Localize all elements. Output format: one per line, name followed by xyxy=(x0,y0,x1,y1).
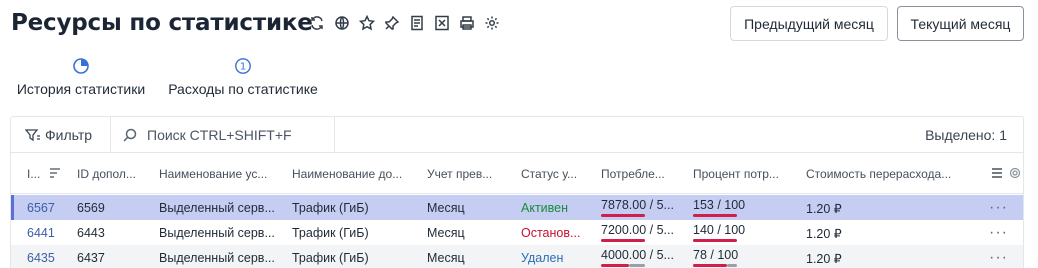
cell-accounting: Месяц xyxy=(427,226,465,240)
cell-accounting: Месяц xyxy=(427,251,465,265)
search-input[interactable]: Поиск CTRL+SHIFT+F xyxy=(111,117,335,152)
percent-bar-remainder xyxy=(727,264,737,267)
cell-status: Активен xyxy=(521,201,569,215)
tab-statistics-expenses[interactable]: 1 Расходы по статистике xyxy=(166,57,320,97)
tab-label: История статистики xyxy=(16,81,146,97)
column-header-id[interactable]: I... xyxy=(27,167,40,181)
row-actions-button[interactable]: ··· xyxy=(989,249,1008,267)
grid-settings-icon[interactable] xyxy=(1009,167,1021,179)
consumption-bar xyxy=(601,239,645,242)
percent-bar xyxy=(693,239,737,242)
prev-month-button[interactable]: Предыдущий месяц xyxy=(730,6,888,41)
title-toolbar xyxy=(308,14,504,32)
cell-accounting: Месяц xyxy=(427,201,465,215)
pin-icon[interactable] xyxy=(383,14,401,32)
sort-icon[interactable] xyxy=(49,167,61,179)
consumption-bar-remainder xyxy=(629,264,645,267)
statistics-grid: Фильтр Поиск CTRL+SHIFT+F Выделено: 1 I.… xyxy=(10,116,1024,268)
column-header-percent[interactable]: Процент потр... xyxy=(693,167,803,181)
refresh-icon[interactable] xyxy=(308,14,326,32)
column-header-service[interactable]: Наименование ус... xyxy=(159,167,283,181)
row-actions-button[interactable]: ··· xyxy=(989,224,1008,242)
current-month-button[interactable]: Текущий месяц xyxy=(897,6,1024,41)
filter-icon xyxy=(25,128,40,141)
tab-label: Расходы по статистике xyxy=(168,81,318,97)
table-row[interactable]: 6567 6569 Выделенный серв... Трафик (ГиБ… xyxy=(11,195,1023,220)
columns-menu-icon[interactable] xyxy=(991,167,1003,179)
cell-overuse-cost: 1.20 ₽ xyxy=(806,227,842,241)
print-icon[interactable] xyxy=(458,14,476,32)
tab-statistics-history[interactable]: История статистики xyxy=(14,57,148,97)
cell-add-id: 6443 xyxy=(77,226,105,240)
row-actions-button[interactable]: ··· xyxy=(989,199,1008,217)
cell-extra: Трафик (ГиБ) xyxy=(292,226,369,240)
column-header-status[interactable]: Статус у... xyxy=(521,167,591,181)
table-row[interactable]: 6441 6443 Выделенный серв... Трафик (ГиБ… xyxy=(11,220,1023,245)
page-title: Ресурсы по статистике xyxy=(11,10,313,36)
column-header-overuse-cost[interactable]: Стоимость перерасхода... xyxy=(806,167,966,181)
cell-status: Останов... xyxy=(521,226,581,240)
column-header-accounting[interactable]: Учет прев... xyxy=(427,167,511,181)
cell-extra: Трафик (ГиБ) xyxy=(292,251,369,265)
consumption-bar xyxy=(601,264,629,267)
column-header-consumption[interactable]: Потребле... xyxy=(601,167,683,181)
consumption-bar xyxy=(601,214,645,217)
globe-icon[interactable] xyxy=(333,14,351,32)
cell-consumption: 7200.00 / 5... xyxy=(601,223,674,237)
circle-number-icon: 1 xyxy=(235,58,251,74)
table-header: I... ID допол... Наименование ус... Наим… xyxy=(11,153,1023,194)
filter-label: Фильтр xyxy=(45,126,93,143)
cell-status: Удален xyxy=(521,251,564,265)
cell-add-id: 6569 xyxy=(77,201,105,215)
search-icon xyxy=(123,128,137,142)
cell-extra: Трафик (ГиБ) xyxy=(292,201,369,215)
excel-icon[interactable] xyxy=(433,14,451,32)
table-row[interactable]: 6435 6437 Выделенный серв... Трафик (ГиБ… xyxy=(11,245,1023,268)
column-header-add-id[interactable]: ID допол... xyxy=(77,167,153,181)
tab-badge: 1 xyxy=(240,62,246,73)
grid-toolbar: Фильтр Поиск CTRL+SHIFT+F Выделено: 1 xyxy=(11,117,1023,153)
cell-service: Выделенный серв... xyxy=(159,201,275,215)
cell-percent: 140 / 100 xyxy=(693,223,746,237)
cell-overuse-cost: 1.20 ₽ xyxy=(806,202,842,216)
selected-count: Выделено: 1 xyxy=(925,127,1007,143)
filter-button[interactable]: Фильтр xyxy=(11,117,111,152)
cell-overuse-cost: 1.20 ₽ xyxy=(806,252,842,266)
cell-consumption: 7878.00 / 5... xyxy=(601,198,674,212)
settings-icon[interactable] xyxy=(483,14,501,32)
cell-percent: 78 / 100 xyxy=(693,248,739,262)
pie-chart-icon xyxy=(73,58,89,74)
cell-id[interactable]: 6441 xyxy=(27,226,55,240)
cell-add-id: 6437 xyxy=(77,251,105,265)
cell-consumption: 4000.00 / 5... xyxy=(601,248,674,262)
cell-id[interactable]: 6567 xyxy=(27,201,55,215)
document-icon[interactable] xyxy=(408,14,426,32)
cell-id[interactable]: 6435 xyxy=(27,251,55,265)
search-placeholder: Поиск CTRL+SHIFT+F xyxy=(147,126,292,143)
star-icon[interactable] xyxy=(358,14,376,32)
column-header-extra[interactable]: Наименование до... xyxy=(292,167,420,181)
percent-bar xyxy=(693,264,727,267)
cell-service: Выделенный серв... xyxy=(159,251,275,265)
percent-bar xyxy=(693,214,737,217)
cell-percent: 153 / 100 xyxy=(693,198,746,212)
cell-service: Выделенный серв... xyxy=(159,226,275,240)
selection-indicator xyxy=(11,195,14,220)
